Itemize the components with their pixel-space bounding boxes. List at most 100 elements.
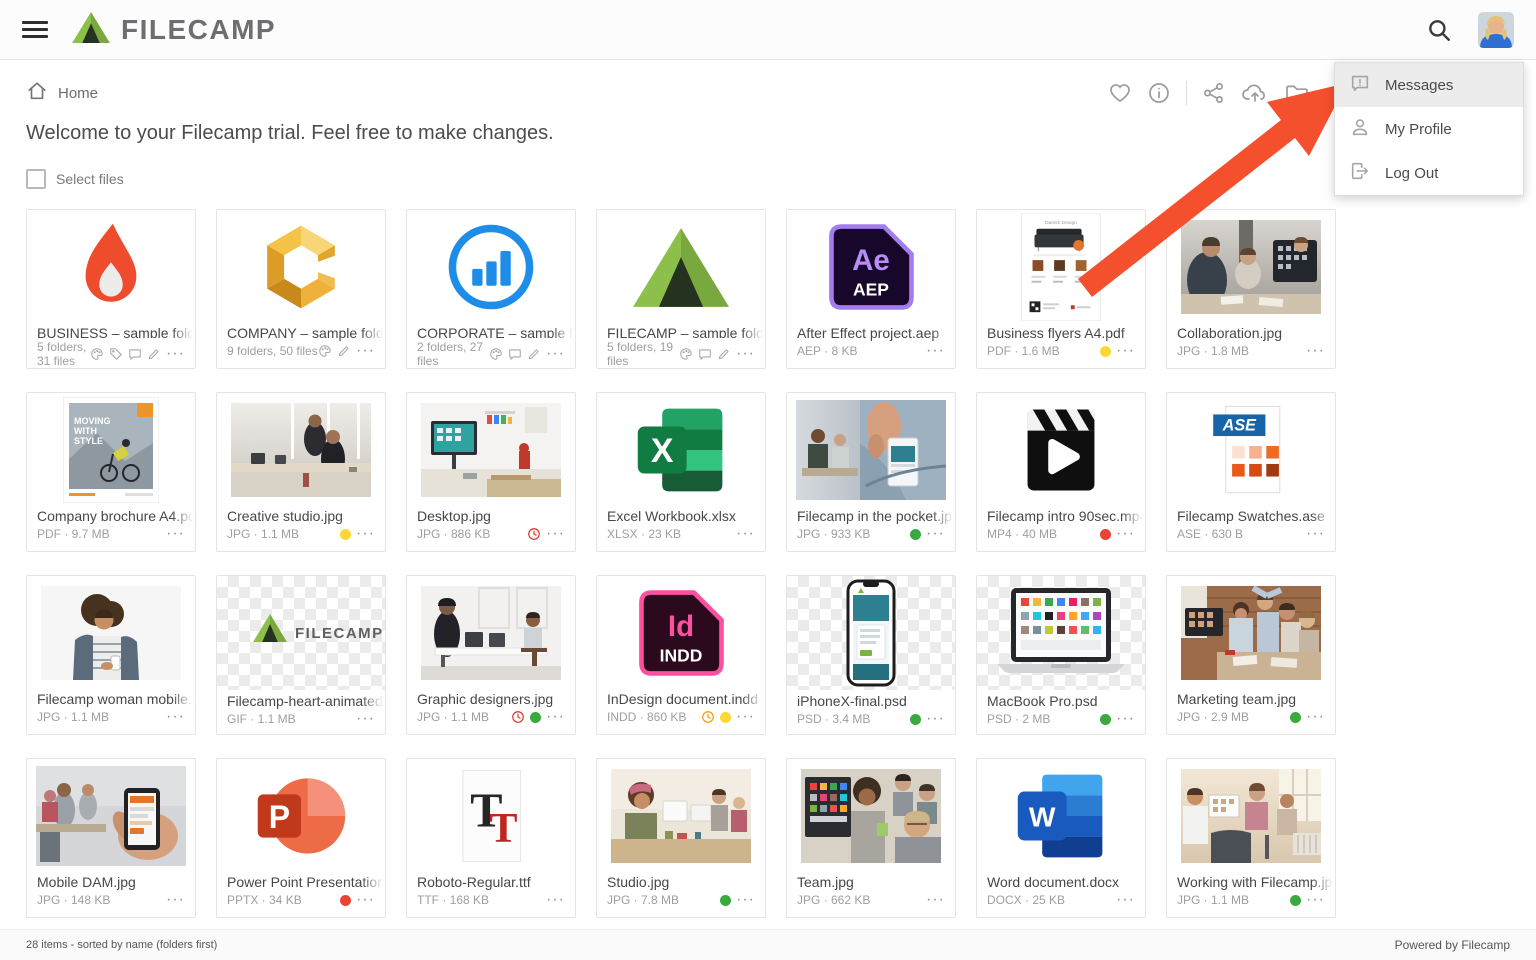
file-card[interactable]: Working with Filecamp.jpgJPG · 1.1 MB··· bbox=[1166, 758, 1336, 918]
brand-logo[interactable]: FILECAMP bbox=[72, 12, 276, 48]
more-options-button[interactable]: ··· bbox=[736, 713, 755, 721]
more-options-button[interactable]: ··· bbox=[166, 530, 185, 538]
more-options-button[interactable]: ··· bbox=[546, 350, 565, 358]
file-card[interactable]: XExcel Workbook.xlsxXLSX · 23 KB··· bbox=[596, 392, 766, 552]
file-type-size-label: DOCX · 25 KB bbox=[987, 893, 1065, 907]
more-options-button[interactable]: ··· bbox=[1116, 715, 1135, 723]
favorite-heart-icon[interactable] bbox=[1108, 81, 1132, 105]
file-meta-row: JPG · 662 KB··· bbox=[787, 891, 955, 907]
folder-card[interactable]: CORPORATE – sample folder2 folders, 27 f… bbox=[406, 209, 576, 369]
more-options-button[interactable]: ··· bbox=[166, 713, 185, 721]
menu-item-my-profile[interactable]: My Profile bbox=[1335, 107, 1523, 151]
more-options-button[interactable]: ··· bbox=[546, 713, 565, 721]
file-type-size-label: PPTX · 34 KB bbox=[227, 893, 302, 907]
file-card[interactable]: Graphic designers.jpgJPG · 1.1 MB··· bbox=[406, 575, 576, 735]
file-meta-row: PSD · 2 MB··· bbox=[977, 710, 1145, 726]
select-files-checkbox[interactable] bbox=[26, 169, 46, 189]
file-card[interactable]: PPower Point Presentation.pptPPTX · 34 K… bbox=[216, 758, 386, 918]
file-type-size-label: JPG · 1.1 MB bbox=[227, 527, 299, 541]
more-options-button[interactable]: ··· bbox=[736, 530, 755, 538]
status-bar: 28 items - sorted by name (folders first… bbox=[0, 929, 1536, 960]
file-card[interactable]: Studio.jpgJPG · 7.8 MB··· bbox=[596, 758, 766, 918]
more-options-button[interactable]: ··· bbox=[1306, 713, 1325, 721]
file-card[interactable]: iPhoneX-final.psdPSD · 3.4 MB··· bbox=[786, 575, 956, 735]
info-icon[interactable] bbox=[1147, 81, 1171, 105]
svg-text:ASE: ASE bbox=[1222, 417, 1257, 435]
more-options-button[interactable]: ··· bbox=[926, 530, 945, 538]
more-options-button[interactable]: ··· bbox=[546, 530, 565, 538]
more-options-button[interactable]: ··· bbox=[926, 347, 945, 355]
file-card[interactable]: MOVINGWITHSTYLECompany brochure A4.pdfPD… bbox=[26, 392, 196, 552]
file-name: Filecamp-heart-animated.gif bbox=[217, 690, 385, 710]
file-name: Filecamp intro 90sec.mp4 bbox=[977, 505, 1145, 525]
file-card[interactable]: FILECAMPFilecamp-heart-animated.gifGIF ·… bbox=[216, 575, 386, 735]
file-card[interactable]: AeAEPAfter Effect project.aepAEP · 8 KB·… bbox=[786, 209, 956, 369]
file-card[interactable]: Creative studio.jpgJPG · 1.1 MB··· bbox=[216, 392, 386, 552]
svg-text:INDD: INDD bbox=[660, 646, 703, 666]
more-options-button[interactable]: ··· bbox=[1306, 530, 1325, 538]
menu-item-log-out[interactable]: Log Out bbox=[1335, 151, 1523, 195]
pencil-icon[interactable] bbox=[527, 347, 541, 361]
file-name: Business flyers A4.pdf bbox=[977, 322, 1145, 342]
file-card[interactable]: ASE Filecamp Swatches.aseASE · 630 B··· bbox=[1166, 392, 1336, 552]
pencil-icon[interactable] bbox=[337, 344, 351, 358]
file-card[interactable]: Mobile DAM.jpgJPG · 148 KB··· bbox=[26, 758, 196, 918]
more-options-button[interactable]: ··· bbox=[1116, 896, 1135, 904]
business-flyer-thumb: Danish Design bbox=[977, 212, 1145, 322]
more-options-button[interactable]: ··· bbox=[1306, 896, 1325, 904]
file-card[interactable]: Filecamp woman mobile.jpgJPG · 1.1 MB··· bbox=[26, 575, 196, 735]
file-card[interactable]: Team.jpgJPG · 662 KB··· bbox=[786, 758, 956, 918]
breadcrumb[interactable]: Home bbox=[26, 80, 98, 106]
pencil-icon[interactable] bbox=[147, 347, 161, 361]
more-options-button[interactable]: ··· bbox=[356, 530, 375, 538]
video-clapper-icon bbox=[977, 395, 1145, 505]
more-options-button[interactable]: ··· bbox=[356, 896, 375, 904]
more-options-button[interactable]: ··· bbox=[736, 350, 755, 358]
more-options-button[interactable]: ··· bbox=[1116, 347, 1135, 355]
file-card[interactable]: TTRoboto-Regular.ttfTTF · 168 KB··· bbox=[406, 758, 576, 918]
file-card[interactable]: Filecamp intro 90sec.mp4MP4 · 40 MB··· bbox=[976, 392, 1146, 552]
share-icon[interactable] bbox=[1202, 81, 1226, 105]
file-type-size-label: JPG · 933 KB bbox=[797, 527, 870, 541]
more-options-button[interactable]: ··· bbox=[1306, 347, 1325, 355]
menu-item-messages[interactable]: Messages bbox=[1335, 63, 1523, 107]
upload-cloud-icon[interactable] bbox=[1241, 81, 1269, 105]
more-options-button[interactable]: ··· bbox=[546, 896, 565, 904]
more-options-button[interactable]: ··· bbox=[926, 896, 945, 904]
folder-card[interactable]: BUSINESS – sample folder5 folders, 31 fi… bbox=[26, 209, 196, 369]
file-card[interactable]: Marketing team.jpgJPG · 2.9 MB··· bbox=[1166, 575, 1336, 735]
more-options-button[interactable]: ··· bbox=[736, 896, 755, 904]
pencil-icon[interactable] bbox=[717, 347, 731, 361]
file-name: Filecamp Swatches.ase bbox=[1167, 505, 1335, 525]
file-card[interactable]: Danish DesignBusiness flyers A4.pdfPDF ·… bbox=[976, 209, 1146, 369]
file-meta-row: ASE · 630 B··· bbox=[1167, 525, 1335, 541]
file-card[interactable]: WWord document.docxDOCX · 25 KB··· bbox=[976, 758, 1146, 918]
file-type-size-label: PDF · 9.7 MB bbox=[37, 527, 110, 541]
more-options-button[interactable]: ··· bbox=[356, 347, 375, 355]
folder-card[interactable]: COMPANY – sample folder9 folders, 50 fil… bbox=[216, 209, 386, 369]
powered-by-link[interactable]: Powered by Filecamp bbox=[1395, 938, 1510, 952]
file-card[interactable]: Filecamp in the pocket.jpgJPG · 933 KB··… bbox=[786, 392, 956, 552]
file-meta-row: PDF · 9.7 MB ··· bbox=[27, 525, 195, 541]
more-options-button[interactable]: ··· bbox=[926, 715, 945, 723]
folder-card[interactable]: FILECAMP – sample folder5 folders, 19 fi… bbox=[596, 209, 766, 369]
search-icon[interactable] bbox=[1426, 17, 1452, 43]
user-avatar[interactable] bbox=[1478, 12, 1514, 48]
more-options-button[interactable]: ··· bbox=[356, 715, 375, 723]
file-card[interactable]: MacBook Pro.psdPSD · 2 MB··· bbox=[976, 575, 1146, 735]
toolbar-divider bbox=[1186, 81, 1187, 105]
more-options-button[interactable]: ··· bbox=[166, 350, 185, 358]
corporate-chart-icon bbox=[407, 212, 575, 322]
file-card[interactable]: IdINDDInDesign document.inddINDD · 860 K… bbox=[596, 575, 766, 735]
filecamp-app: FILECAMP bbox=[0, 0, 1536, 960]
after-effects-file-icon: AeAEP bbox=[787, 212, 955, 322]
file-name: Studio.jpg bbox=[597, 871, 765, 891]
hamburger-icon[interactable] bbox=[22, 21, 48, 38]
file-meta-row: XLSX · 23 KB··· bbox=[597, 525, 765, 541]
more-options-button[interactable]: ··· bbox=[166, 896, 185, 904]
new-folder-icon[interactable] bbox=[1284, 81, 1310, 105]
more-options-button[interactable]: ··· bbox=[1116, 530, 1135, 538]
svg-text:WITH: WITH bbox=[74, 426, 97, 436]
file-card[interactable]: Collaboration.jpgJPG · 1.8 MB··· bbox=[1166, 209, 1336, 369]
file-card[interactable]: Desktop.jpgJPG · 886 KB··· bbox=[406, 392, 576, 552]
